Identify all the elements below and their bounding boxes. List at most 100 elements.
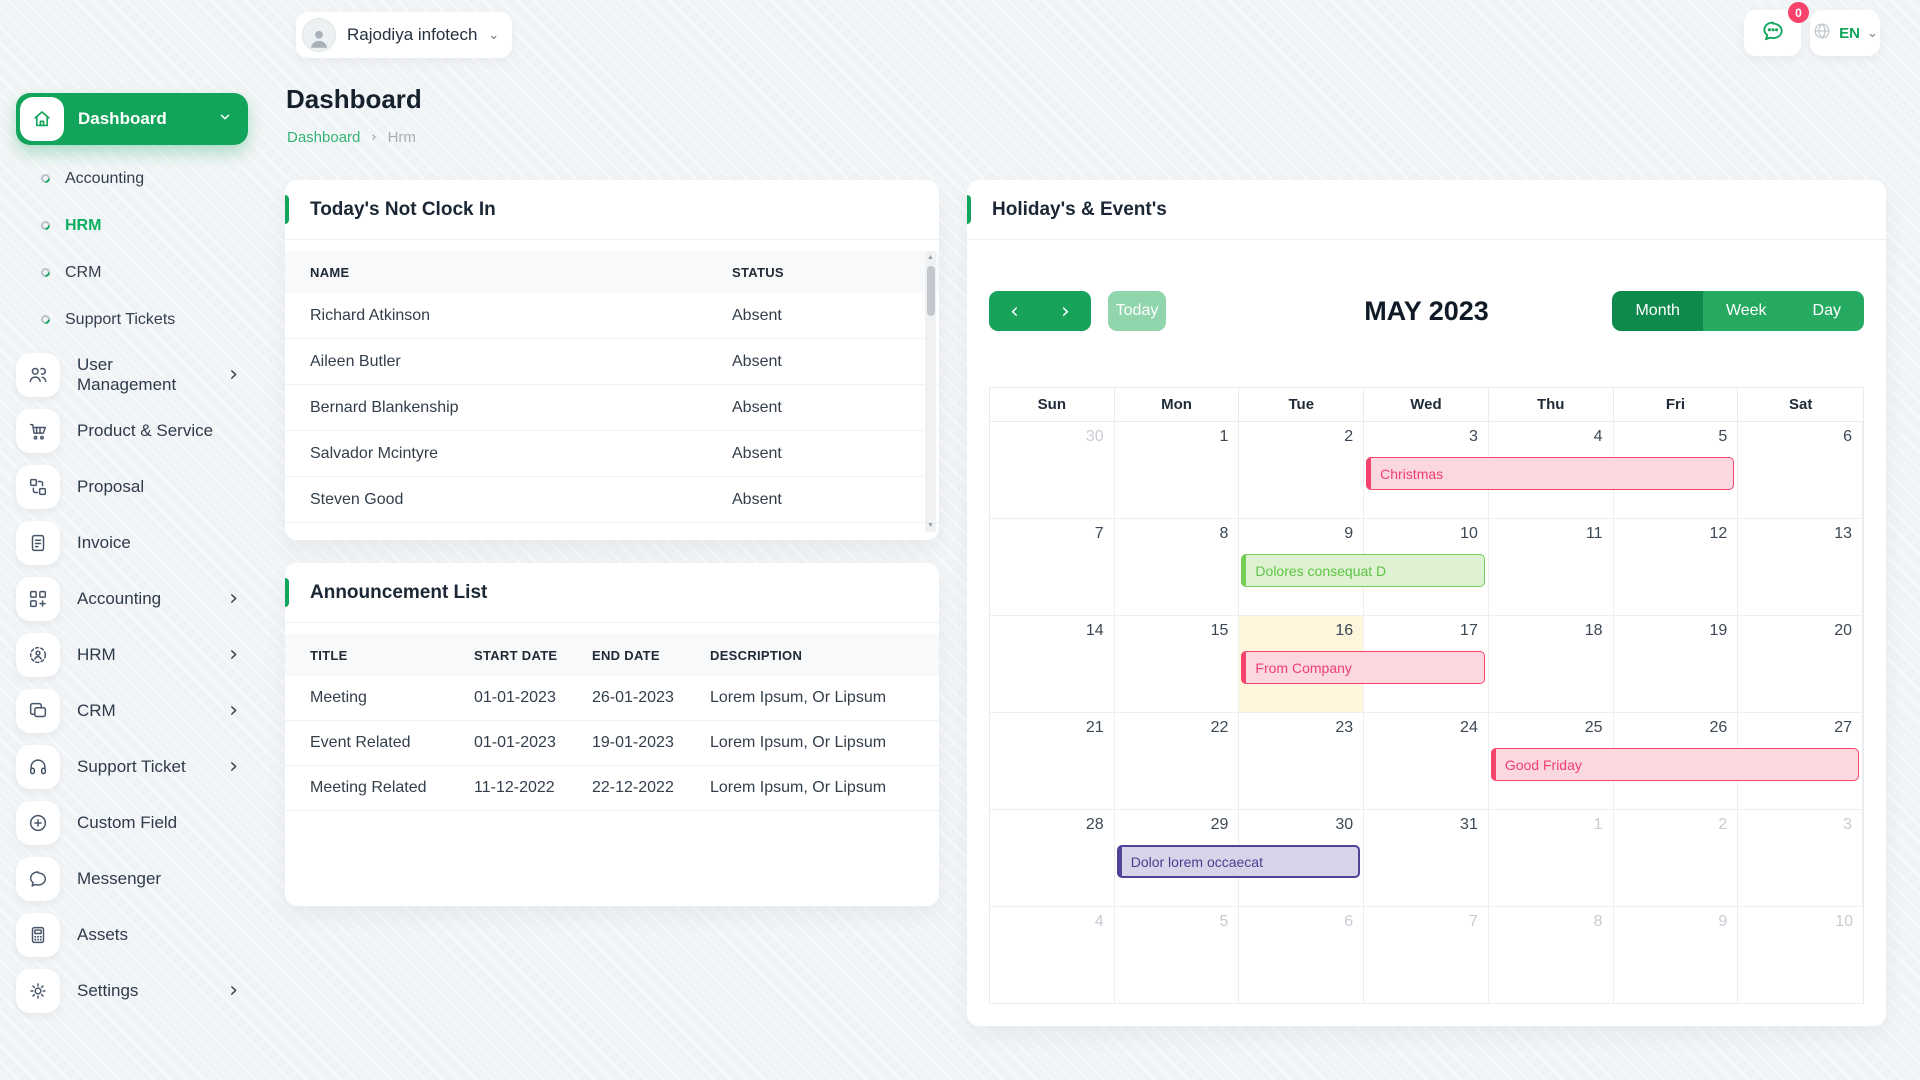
day-number: 27 [1834, 719, 1852, 737]
calendar-day-cell[interactable]: 24 [1364, 713, 1489, 810]
cell-status: Absent [732, 399, 914, 417]
day-number: 10 [1835, 913, 1853, 931]
sidebar-item-label: CRM [77, 701, 212, 721]
sidebar-subitem-accounting[interactable]: Accounting [16, 155, 248, 202]
cell-end-date: 26-01-2023 [592, 689, 710, 707]
users-icon [16, 353, 60, 397]
calendar-day-cell[interactable]: 6 [1239, 907, 1364, 1004]
calendar-day-cell[interactable]: 11 [1489, 519, 1614, 616]
sidebar-item-support-ticket[interactable]: Support Ticket› [16, 739, 248, 795]
day-number: 24 [1460, 719, 1478, 737]
chevron-down-icon [218, 109, 232, 129]
calendar-day-cell[interactable]: 10 [1738, 907, 1863, 1004]
calendar-day-cell[interactable]: 1 [1115, 422, 1240, 519]
column-header-status: STATUS [732, 265, 914, 280]
day-number: 25 [1585, 719, 1603, 737]
calendar-day-cell[interactable]: 14 [990, 616, 1115, 713]
day-number: 11 [1586, 525, 1603, 543]
sidebar-item-proposal[interactable]: Proposal [16, 459, 248, 515]
chat-bubble-icon [1760, 18, 1786, 49]
accounting-icon [16, 577, 60, 621]
calendar-event-from-company[interactable]: From Company [1241, 651, 1484, 684]
calendar-event-dolor-lorem-occaecat[interactable]: Dolor lorem occaecat [1117, 845, 1360, 878]
calendar-day-cell[interactable]: 19 [1614, 616, 1739, 713]
calendar-day-cell[interactable]: 3 [1738, 810, 1863, 907]
calendar-day-cell[interactable]: 12 [1614, 519, 1739, 616]
calendar-day-cell[interactable]: 6 [1738, 422, 1863, 519]
day-number: 3 [1469, 428, 1478, 446]
scroll-down-icon[interactable]: ▼ [925, 522, 936, 529]
calendar-day-cell[interactable]: 30 [990, 422, 1115, 519]
sidebar-item-user-management[interactable]: User Management› [16, 347, 248, 403]
scroll-up-icon[interactable]: ▲ [925, 254, 936, 261]
view-button-week[interactable]: Week [1703, 291, 1790, 331]
calendar-weeks: 30123456Christmas78910111213Dolores cons… [990, 422, 1863, 1004]
sidebar-subitem-hrm[interactable]: HRM [16, 202, 248, 249]
view-button-month[interactable]: Month [1612, 291, 1702, 331]
company-selector[interactable]: Rajodiya infotech ⌄ [296, 12, 512, 58]
breadcrumb-link-dashboard[interactable]: Dashboard [287, 129, 360, 146]
bullet-icon [39, 313, 52, 326]
calendar-day-cell[interactable]: 7 [1364, 907, 1489, 1004]
sidebar-subitem-support-tickets[interactable]: Support Tickets [16, 296, 248, 343]
calendar-event-good-friday[interactable]: Good Friday [1491, 748, 1859, 781]
calendar-day-cell[interactable]: 7 [990, 519, 1115, 616]
next-month-button[interactable]: › [1040, 291, 1091, 331]
calendar-day-cell[interactable]: 8 [1489, 907, 1614, 1004]
table-header-row: TITLE START DATE END DATE DESCRIPTION [285, 634, 939, 676]
table-row: Bernard BlankenshipAbsent [285, 385, 939, 431]
sidebar-item-custom-field[interactable]: Custom Field [16, 795, 248, 851]
day-number: 7 [1095, 525, 1104, 543]
sidebar-item-messenger[interactable]: Messenger [16, 851, 248, 907]
sidebar-item-label: Custom Field [77, 813, 248, 833]
cell-title: Meeting Related [310, 779, 474, 797]
calendar-week-row: 30123456Christmas [990, 422, 1863, 519]
prev-month-button[interactable]: ‹ [989, 291, 1040, 331]
column-header-title: TITLE [310, 648, 474, 663]
calendar-day-cell[interactable]: 2 [1239, 422, 1364, 519]
cell-name: Salvador Mcintyre [310, 445, 732, 463]
calendar-day-cell[interactable]: 2 [1614, 810, 1739, 907]
sidebar-item-invoice[interactable]: Invoice [16, 515, 248, 571]
sidebar-item-hrm[interactable]: HRM› [16, 627, 248, 683]
calendar-day-cell[interactable]: 1 [1489, 810, 1614, 907]
scrollbar-thumb[interactable] [927, 266, 935, 316]
calendar-day-cell[interactable]: 4 [990, 907, 1115, 1004]
messenger-icon [16, 857, 60, 901]
calendar-day-cell[interactable]: 28 [990, 810, 1115, 907]
sidebar-item-crm[interactable]: CRM› [16, 683, 248, 739]
calendar-day-cell[interactable]: 18 [1489, 616, 1614, 713]
card-title: Announcement List [285, 563, 939, 623]
sidebar-item-label: Messenger [77, 869, 248, 889]
cell-title: Meeting [310, 689, 474, 707]
calendar-day-cell[interactable]: 21 [990, 713, 1115, 810]
language-selector[interactable]: EN ⌄ [1810, 10, 1880, 56]
calendar: ‹ › Today MAY 2023 MonthWeekDay SunMonTu… [967, 291, 1886, 1004]
gear-icon [16, 969, 60, 1013]
sidebar-item-product-service[interactable]: Product & Service [16, 403, 248, 459]
announcement-table-body: Meeting01-01-202326-01-2023Lorem Ipsum, … [285, 676, 939, 811]
calendar-day-cell[interactable]: 13 [1738, 519, 1863, 616]
calendar-day-cell[interactable]: 31 [1364, 810, 1489, 907]
sidebar-item-accounting[interactable]: Accounting› [16, 571, 248, 627]
day-number: 26 [1709, 719, 1727, 737]
calendar-day-cell[interactable]: 23 [1239, 713, 1364, 810]
calendar-day-cell[interactable]: 15 [1115, 616, 1240, 713]
calendar-day-cell[interactable]: 22 [1115, 713, 1240, 810]
sidebar-item-assets[interactable]: Assets [16, 907, 248, 963]
day-number: 9 [1344, 525, 1353, 543]
calendar-day-cell[interactable]: 5 [1115, 907, 1240, 1004]
table-scrollbar[interactable]: ▲ ▼ [925, 251, 936, 532]
calendar-day-cell[interactable]: 20 [1738, 616, 1863, 713]
messages-button[interactable]: 0 [1744, 10, 1801, 56]
table-row: Richard AtkinsonAbsent [285, 293, 939, 339]
today-button[interactable]: Today [1108, 291, 1166, 331]
sidebar-item-settings[interactable]: Settings› [16, 963, 248, 1019]
sidebar-subitem-crm[interactable]: CRM [16, 249, 248, 296]
calendar-event-christmas[interactable]: Christmas [1366, 457, 1734, 490]
calendar-event-dolores-consequat-d[interactable]: Dolores consequat D [1241, 554, 1484, 587]
calendar-day-cell[interactable]: 8 [1115, 519, 1240, 616]
sidebar-item-dashboard[interactable]: Dashboard [16, 93, 248, 145]
calendar-day-cell[interactable]: 9 [1614, 907, 1739, 1004]
view-button-day[interactable]: Day [1790, 291, 1864, 331]
